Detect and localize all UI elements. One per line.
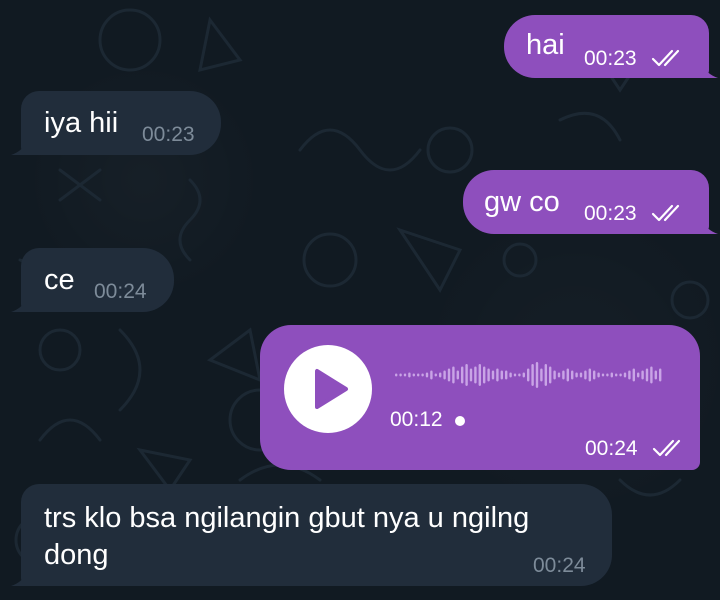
double-check-icon [651,204,680,222]
waveform-bar [412,373,415,377]
waveform-bar [619,373,622,377]
double-check-icon [652,439,681,457]
waveform-bar [579,372,583,378]
waveform-bar [496,368,499,382]
waveform-bar [597,372,600,378]
bubble-tail [11,139,29,155]
message-text: hai [526,29,565,61]
voice-play-button[interactable] [284,345,372,433]
message-text: gw co [484,186,560,218]
waveform-bar [645,368,649,382]
waveform-bar [500,370,503,380]
message-time: 00:23 [584,47,637,70]
message-time: 00:23 [142,123,195,146]
waveform-bar [650,366,653,384]
waveform-bar [430,370,433,380]
waveform-bar [654,370,657,380]
incoming-message-bubble[interactable]: iya hii 00:23 [21,91,221,155]
outgoing-message-bubble[interactable]: gw co 00:23 [463,170,709,234]
waveform-bar [557,372,561,378]
waveform-bar [456,370,459,380]
waveform-bar [535,362,539,388]
waveform-bar [584,370,587,380]
waveform-bar [606,373,609,377]
bubble-tail [700,62,718,78]
message-text-line-1: trs klo bsa ngilangin gbut nya u ngilng [44,502,530,534]
waveform-bar [571,370,574,380]
waveform-bar [509,372,512,378]
message-time: 00:24 [94,280,147,303]
waveform-bar [522,372,525,378]
waveform-bar [615,373,618,377]
message-time: 00:23 [584,202,637,225]
waveform-bar [632,368,635,382]
waveform-bar [465,364,468,386]
message-text: iya hii [44,107,119,139]
waveform-bar [491,370,495,380]
outgoing-voice-message-bubble[interactable]: 00:12 00:24 [260,325,700,470]
message-text-line-2: dong [44,539,109,571]
waveform-bar [513,373,517,377]
message-time: 00:24 [533,554,586,577]
waveform-bar [601,373,605,377]
waveform-bar [425,372,429,378]
waveform-bar [549,366,552,384]
waveform-bar [531,364,534,386]
waveform-bar [478,364,481,386]
waveform-bar [443,370,446,380]
waveform-bar [544,364,547,386]
waveform-bar [588,368,591,382]
waveform-bar [540,368,543,382]
waveform-bar [439,372,442,378]
waveform-bar [641,370,644,380]
waveform-bar [403,373,407,377]
waveform-bar [562,370,565,380]
waveform-bar [483,366,486,384]
waveform-bar [593,370,596,380]
bubble-tail [700,218,718,234]
incoming-message-bubble[interactable]: ce 00:24 [21,248,174,312]
waveform-bar [474,366,477,384]
waveform-bar [408,372,411,378]
message-text: ce [44,264,75,296]
waveform-bar [447,368,451,382]
message-time: 00:24 [585,437,638,460]
double-check-icon [651,49,680,67]
waveform-bar [659,368,662,382]
waveform-bar [505,370,508,380]
waveform-bar [487,368,490,382]
unplayed-dot-icon [455,416,465,426]
waveform-bar [461,366,464,384]
waveform-bar [452,366,455,384]
waveform-bar [527,368,530,382]
waveform-bar [469,368,473,382]
waveform-bar [575,372,578,378]
outgoing-message-bubble[interactable]: hai 00:23 [504,15,709,78]
waveform-bar [637,372,640,378]
play-icon [315,369,348,409]
incoming-message-bubble[interactable]: trs klo bsa ngilangin gbut nya u ngilng … [21,484,612,586]
waveform-bar [628,370,631,380]
waveform-bar [421,373,424,377]
waveform-bar [566,368,569,382]
waveform-bar [610,372,613,378]
waveform-bar [553,370,556,380]
waveform-bar [434,373,437,377]
voice-waveform[interactable] [395,355,675,395]
voice-duration: 00:12 [390,408,443,431]
waveform-bar [417,373,420,377]
waveform-bar [518,373,521,377]
waveform-bar [395,373,398,377]
waveform-bar [399,373,402,377]
bubble-tail [11,296,29,312]
waveform-bar [623,372,627,378]
bubble-tail [11,570,29,586]
